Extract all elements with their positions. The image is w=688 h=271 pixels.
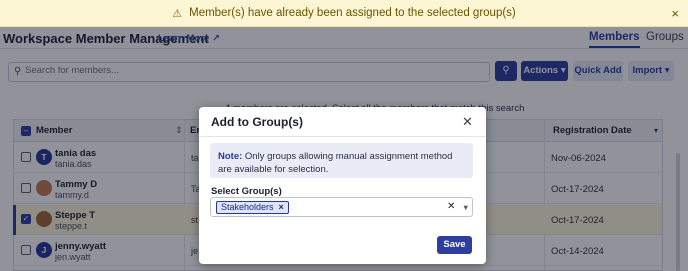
note-box: Note: Only groups allowing manual assign…: [210, 143, 473, 178]
close-icon[interactable]: ✕: [462, 114, 473, 130]
remove-chip-icon[interactable]: ×: [279, 202, 284, 213]
modal-title: Add to Group(s): [211, 115, 303, 129]
note-text: Only groups allowing manual assignment m…: [218, 151, 453, 175]
clear-selection-icon[interactable]: ✕: [447, 201, 455, 212]
chevron-down-icon[interactable]: ▼: [462, 203, 469, 212]
save-button[interactable]: Save: [437, 236, 472, 254]
banner-message: Member(s) have already been assigned to …: [189, 7, 516, 19]
group-chip-label: Stakeholders: [221, 202, 274, 212]
note-label: Note:: [218, 151, 243, 162]
warning-icon: ⚠: [172, 7, 183, 20]
select-groups-label: Select Group(s): [211, 186, 282, 197]
group-select[interactable]: Stakeholders × ✕ ▼: [210, 197, 473, 217]
banner-close-icon[interactable]: ×: [671, 6, 679, 21]
divider: [199, 136, 486, 137]
add-to-group-modal: Add to Group(s) ✕ Note: Only groups allo…: [199, 107, 486, 264]
warning-banner: ⚠ Member(s) have already been assigned t…: [0, 0, 688, 27]
group-chip: Stakeholders ×: [216, 201, 289, 214]
